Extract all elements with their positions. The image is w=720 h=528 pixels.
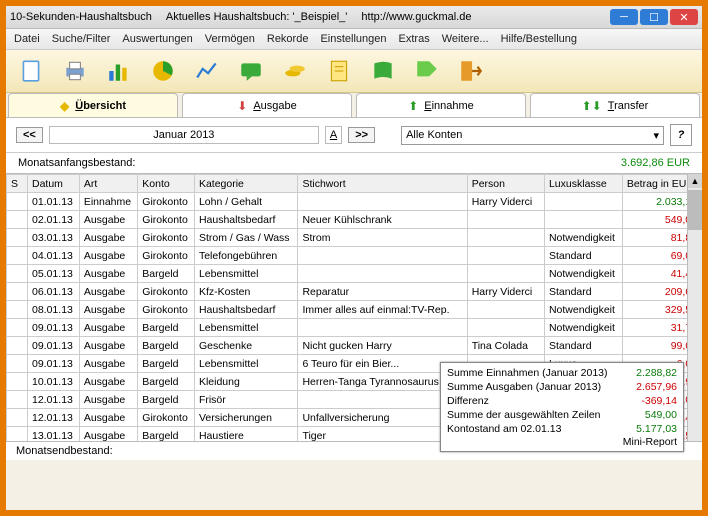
tab-uebersicht[interactable]: ◆Übersicht <box>8 93 178 117</box>
exit-icon[interactable] <box>456 56 486 86</box>
menu-rekorde[interactable]: Rekorde <box>267 33 309 45</box>
menu-hilfe[interactable]: Hilfe/Bestellung <box>501 33 577 45</box>
maximize-button[interactable]: ☐ <box>640 9 668 25</box>
scroll-up-icon[interactable]: ▲ <box>688 174 702 188</box>
income-icon: ⬆ <box>408 99 418 113</box>
pie-chart-icon[interactable] <box>148 56 178 86</box>
tag-icon[interactable] <box>412 56 442 86</box>
book-icon[interactable] <box>368 56 398 86</box>
vertical-scrollbar[interactable]: ▲ ▼ <box>687 174 702 460</box>
menu-datei[interactable]: Datei <box>14 33 40 45</box>
overview-icon: ◆ <box>60 99 69 113</box>
prev-month-button[interactable]: << <box>16 127 43 143</box>
col-4[interactable]: Kategorie <box>194 175 298 193</box>
menu-auswertungen[interactable]: Auswertungen <box>122 33 192 45</box>
col-0[interactable]: S <box>7 175 28 193</box>
coins-icon[interactable] <box>280 56 310 86</box>
app-url: http://www.guckmal.de <box>361 11 471 23</box>
start-balance-value: 3.692,86 EUR <box>621 157 690 169</box>
table-row[interactable]: 08.01.13AusgabeGirokontoHaushaltsbedarfI… <box>7 301 702 319</box>
transfer-icon: ⬆⬇ <box>582 99 602 113</box>
note-icon[interactable] <box>324 56 354 86</box>
help-button[interactable]: ? <box>670 124 692 146</box>
expense-icon: ⬇ <box>237 99 247 113</box>
table-row[interactable]: 01.01.13EinnahmeGirokontoLohn / GehaltHa… <box>7 193 702 211</box>
col-2[interactable]: Art <box>79 175 137 193</box>
col-3[interactable]: Konto <box>138 175 195 193</box>
month-display[interactable]: Januar 2013 <box>49 126 319 144</box>
mini-report-line: Kontostand am 02.01.135.177,03 <box>447 422 677 436</box>
menu-suche[interactable]: Suche/Filter <box>52 33 111 45</box>
col-7[interactable]: Luxusklasse <box>544 175 622 193</box>
mini-report-line: Summe der ausgewählten Zeilen549,00 <box>447 408 677 422</box>
month-access-key[interactable]: A <box>325 126 342 144</box>
end-balance-label: Monatsendbestand: <box>16 445 113 457</box>
view-tabs: ◆Übersicht ⬇Ausgabe ⬆Einnahme ⬆⬇Transfer <box>6 93 702 118</box>
next-month-button[interactable]: >> <box>348 127 375 143</box>
start-balance-row: Monatsanfangsbestand: 3.692,86 EUR <box>6 153 702 174</box>
nav-row: << Januar 2013 A >> Alle Konten▾ ? <box>6 118 702 153</box>
table-row[interactable]: 03.01.13AusgabeGirokontoStrom / Gas / Wa… <box>7 229 702 247</box>
chevron-down-icon: ▾ <box>653 129 659 142</box>
menu-vermoegen[interactable]: Vermögen <box>205 33 255 45</box>
titlebar: 10-Sekunden-Haushaltsbuch Aktuelles Haus… <box>6 6 702 29</box>
chat-icon[interactable] <box>236 56 266 86</box>
table-row[interactable]: 06.01.13AusgabeGirokontoKfz-KostenRepara… <box>7 283 702 301</box>
print-icon[interactable] <box>60 56 90 86</box>
col-5[interactable]: Stichwort <box>298 175 467 193</box>
table-row[interactable]: 04.01.13AusgabeGirokontoTelefongebührenS… <box>7 247 702 265</box>
app-title: 10-Sekunden-Haushaltsbuch <box>10 11 152 23</box>
current-file: Aktuelles Haushaltsbuch: '_Beispiel_' <box>166 11 348 23</box>
bar-chart-icon[interactable] <box>104 56 134 86</box>
table-row[interactable]: 09.01.13AusgabeBargeldLebensmittelNotwen… <box>7 319 702 337</box>
mini-report-line: Summe Ausgaben (Januar 2013)2.657,96 <box>447 380 677 394</box>
table-row[interactable]: 02.01.13AusgabeGirokontoHaushaltsbedarfN… <box>7 211 702 229</box>
menubar: Datei Suche/Filter Auswertungen Vermögen… <box>6 29 702 50</box>
tab-ausgabe[interactable]: ⬇Ausgabe <box>182 93 352 117</box>
start-balance-label: Monatsanfangsbestand: <box>18 157 135 169</box>
mini-report-title: Mini-Report <box>447 436 677 448</box>
col-1[interactable]: Datum <box>28 175 80 193</box>
mini-report: Summe Einnahmen (Januar 2013)2.288,82Sum… <box>440 362 684 452</box>
toolbar <box>6 50 702 93</box>
minimize-button[interactable]: ─ <box>610 9 638 25</box>
new-file-icon[interactable] <box>16 56 46 86</box>
tab-transfer[interactable]: ⬆⬇Transfer <box>530 93 700 117</box>
transactions-grid: SDatumArtKontoKategorieStichwortPersonLu… <box>6 174 702 460</box>
tab-einnahme[interactable]: ⬆Einnahme <box>356 93 526 117</box>
menu-einstellungen[interactable]: Einstellungen <box>320 33 386 45</box>
menu-extras[interactable]: Extras <box>399 33 430 45</box>
line-chart-icon[interactable] <box>192 56 222 86</box>
table-row[interactable]: 05.01.13AusgabeBargeldLebensmittelNotwen… <box>7 265 702 283</box>
mini-report-line: Differenz-369,14 <box>447 394 677 408</box>
mini-report-line: Summe Einnahmen (Januar 2013)2.288,82 <box>447 366 677 380</box>
scroll-thumb[interactable] <box>688 190 702 230</box>
table-row[interactable]: 09.01.13AusgabeBargeldGeschenkeNicht guc… <box>7 337 702 355</box>
account-select[interactable]: Alle Konten▾ <box>401 126 664 145</box>
menu-weitere[interactable]: Weitere... <box>442 33 489 45</box>
col-6[interactable]: Person <box>467 175 544 193</box>
close-button[interactable]: ✕ <box>670 9 698 25</box>
